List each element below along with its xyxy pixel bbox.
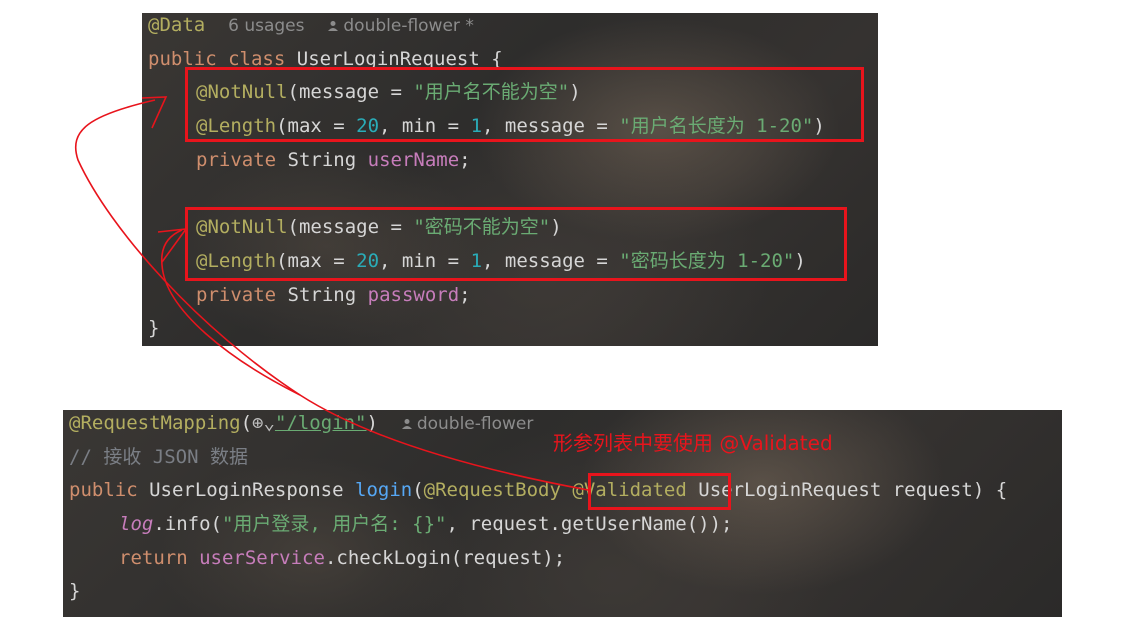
arrow-curve [74, 99, 589, 491]
callout-text: 形参列表中要使用 @Validated [553, 431, 833, 455]
annotation-arrows [74, 96, 589, 491]
arrow-curve-branch [160, 229, 301, 396]
